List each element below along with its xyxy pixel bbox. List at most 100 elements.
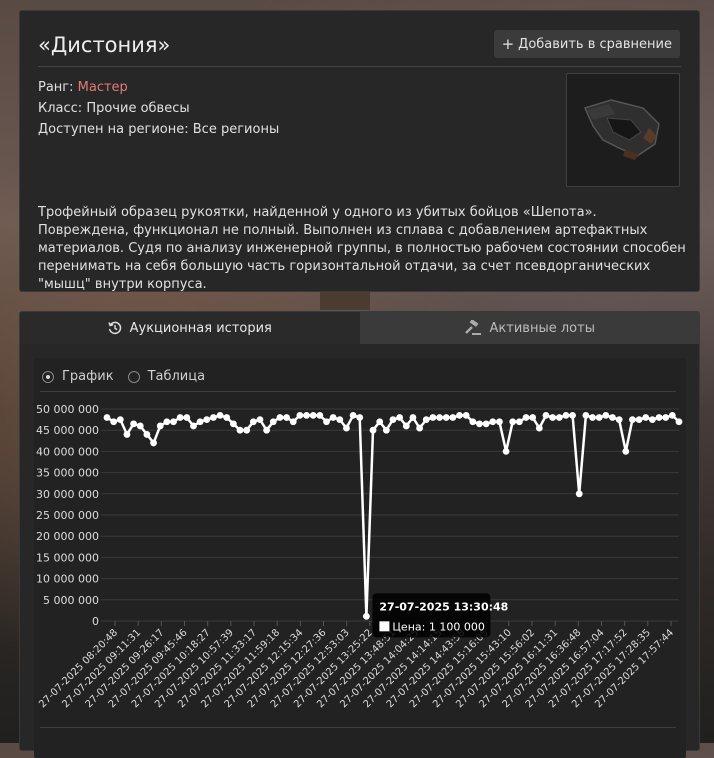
y-tick-label: 50 000 000 [36, 403, 99, 416]
price-point [196, 418, 204, 426]
price-point [515, 418, 523, 426]
price-point [229, 420, 237, 428]
tab-bar: Аукционная история Активные лоты [20, 312, 699, 344]
price-point [110, 418, 118, 426]
class-label: Класс: [38, 101, 83, 116]
price-point [236, 426, 244, 434]
price-point [436, 414, 443, 421]
price-point [662, 414, 670, 421]
price-point [496, 418, 503, 426]
price-point [136, 422, 144, 430]
price-point [243, 426, 251, 434]
price-point [502, 448, 510, 455]
background-fragment [320, 292, 370, 310]
price-point [369, 426, 377, 434]
tab-active-lots[interactable]: Активные лоты [359, 312, 699, 344]
price-point [116, 416, 124, 423]
y-tick-label: 10 000 000 [36, 573, 99, 586]
grip-image-icon [583, 99, 660, 160]
class-value: Прочие обвесы [86, 101, 190, 116]
price-point [562, 411, 570, 419]
region-value: Все регионы [192, 122, 280, 137]
price-point [648, 416, 656, 423]
price-point [615, 416, 623, 423]
price-point [336, 416, 344, 423]
y-tick-label: 45 000 000 [36, 424, 99, 437]
tab-auction-history-label: Аукционная история [129, 320, 272, 336]
price-point [595, 414, 603, 421]
price-point [622, 448, 630, 455]
price-point [296, 411, 304, 419]
price-point [476, 420, 483, 428]
y-tick-label: 25 000 000 [36, 509, 99, 522]
y-tick-label: 20 000 000 [36, 530, 99, 543]
price-point [269, 418, 277, 426]
price-point [449, 414, 457, 421]
price-point [343, 424, 350, 432]
price-point [176, 414, 184, 421]
price-point [183, 414, 191, 421]
price-point [143, 431, 151, 438]
price-point [602, 411, 610, 419]
class-row: Класс: Прочие обвесы [38, 98, 279, 119]
item-thumbnail [566, 73, 680, 187]
tooltip-title: 27-07-2025 13:30:48 [379, 600, 508, 613]
chart-container: График Таблица 50 000 000 45 000 000 40 00… [34, 358, 686, 758]
price-point [582, 411, 590, 419]
price-point [629, 416, 636, 423]
price-point [456, 411, 463, 419]
price-point [163, 418, 171, 426]
y-tick-label: 30 000 000 [36, 488, 99, 501]
price-point [469, 418, 477, 426]
gavel-icon [464, 320, 481, 335]
y-tick-label: 40 000 000 [36, 445, 99, 458]
price-point [303, 411, 310, 419]
price-point [150, 439, 157, 447]
price-point [203, 416, 211, 423]
price-point [555, 414, 563, 421]
plus-icon: + [501, 35, 515, 53]
price-point [170, 418, 177, 426]
add-to-compare-label: Добавить в сравнение [518, 36, 672, 52]
history-panel: Аукционная история Активные лоты График … [19, 311, 700, 758]
tooltip-swatch [379, 621, 390, 632]
price-point [575, 490, 583, 498]
price-point [289, 418, 297, 426]
y-tick-label: 35 000 000 [36, 467, 99, 480]
price-point [156, 422, 164, 430]
tab-active-lots-label: Активные лоты [489, 320, 595, 336]
price-point [389, 416, 397, 423]
price-point [276, 414, 284, 421]
price-point [123, 431, 131, 438]
price-point [249, 418, 257, 426]
price-tooltip: 27-07-2025 13:30:48 Цена: 1 100 000 [372, 593, 508, 638]
price-point [323, 418, 330, 426]
price-point [482, 420, 490, 428]
item-title: «Дистония» [38, 33, 171, 57]
price-point [190, 422, 197, 430]
y-tick-label: 5 000 000 [43, 594, 99, 607]
rank-value: Мастер [77, 80, 128, 95]
price-point [356, 414, 364, 421]
price-chart[interactable]: 50 000 000 45 000 000 40 000 000 35 000 000… [34, 358, 686, 758]
price-point [509, 418, 517, 426]
item-info-panel: «Дистония» + Добавить в сравнение Ранг: … [19, 10, 700, 292]
y-tick-label: 0 [92, 615, 99, 628]
price-point [216, 411, 224, 419]
price-point [655, 414, 663, 421]
region-label: Доступен на регионе: [38, 122, 189, 137]
price-point [429, 414, 437, 421]
price-point [349, 411, 357, 419]
tooltip-price: Цена: 1 100 000 [392, 620, 484, 633]
price-point [542, 411, 550, 419]
price-point [589, 414, 596, 421]
price-point [130, 420, 138, 428]
price-point [402, 422, 410, 430]
item-description: Трофейный образец рукоятки, найденной у … [38, 205, 686, 292]
add-to-compare-button[interactable]: + Добавить в сравнение [493, 30, 680, 58]
price-point [329, 414, 337, 421]
price-point [442, 414, 450, 421]
price-point [549, 414, 557, 421]
tab-auction-history[interactable]: Аукционная история [20, 312, 360, 344]
price-point [675, 418, 683, 426]
